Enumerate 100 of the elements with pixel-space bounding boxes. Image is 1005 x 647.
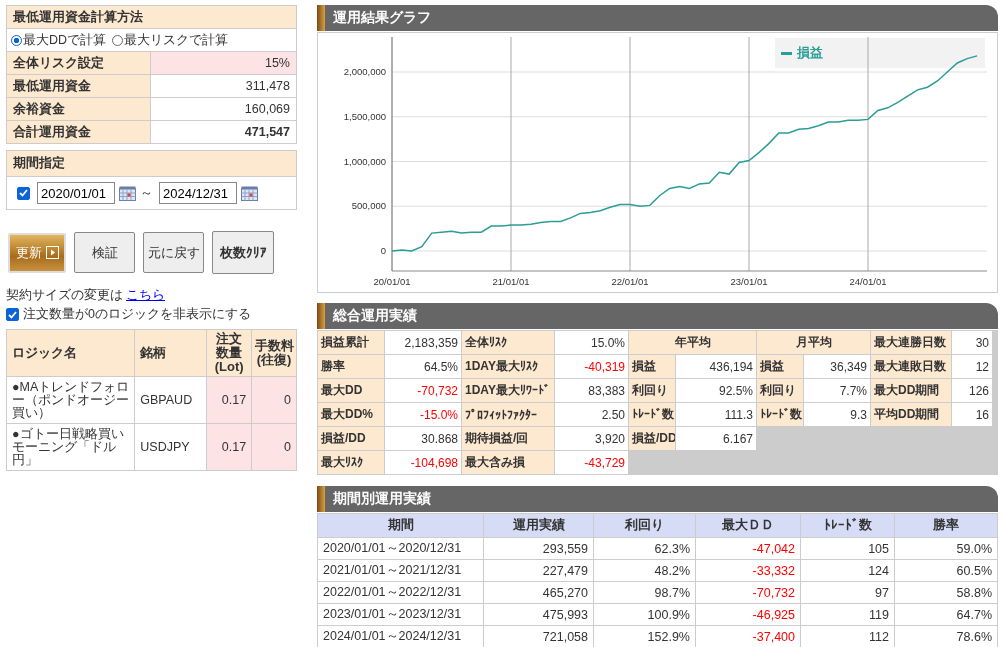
stat-value: 2.50 <box>555 403 628 426</box>
y-tick-label: 500,000 <box>351 200 386 212</box>
x-tick-label: 22/01/01 <box>611 276 649 287</box>
stat-label: 最大連敗日数 <box>871 355 951 378</box>
column-header: 利回り <box>593 513 696 538</box>
y-tick-label: 1,500,000 <box>343 110 386 122</box>
lot-cell: 0.17 <box>206 376 252 424</box>
table-cell: 60.5% <box>894 559 998 582</box>
x-tick-label: 23/01/01 <box>730 276 768 287</box>
stat-label: ﾄﾚｰﾄﾞ数 <box>757 403 803 426</box>
checkbox[interactable] <box>17 186 30 200</box>
stat-label: 最大連勝日数 <box>871 331 951 354</box>
checkbox[interactable] <box>6 308 19 321</box>
period-cell: 2022/01/01～2022/12/31 <box>317 581 484 604</box>
lot-cell: 0.17 <box>206 423 252 471</box>
stat-value: 126 <box>952 379 992 402</box>
panel-title: 期間指定 <box>7 151 296 177</box>
stat-label: 勝率 <box>318 355 384 378</box>
stat-value: 64.5% <box>385 355 461 378</box>
section-title: 運用結果グラフ <box>333 9 431 27</box>
logic-name: ●MAトレンドフォロー（ポンドオージー買い） <box>6 376 135 424</box>
column-header: 銘柄 <box>134 329 207 377</box>
table-cell: 293,559 <box>483 537 594 560</box>
table-cell: 105 <box>800 537 895 560</box>
range-separator: ～ <box>140 184 153 202</box>
stat-label: 最大含み損 <box>462 451 554 474</box>
period-cell: 2024/01/01～2024/12/31 <box>317 625 484 647</box>
table-cell: 62.3% <box>593 537 696 560</box>
stat-value: 15.0% <box>555 331 628 354</box>
calendar-icon[interactable] <box>241 185 258 201</box>
panel-title: 最低運用資金計算方法 <box>6 5 297 29</box>
x-tick-label: 20/01/01 <box>373 276 411 287</box>
column-header: 注文数量(Lot) <box>206 329 252 377</box>
table-cell: 58.8% <box>894 581 998 604</box>
stat-value: 92.5% <box>676 379 756 402</box>
stat-label: 最大DD <box>318 379 384 402</box>
stat-value: 30 <box>952 331 992 354</box>
header-accent <box>317 486 325 512</box>
stat-value: 6.167 <box>676 427 756 450</box>
stat-label: 損益 <box>757 355 803 378</box>
stat-label: 損益累計 <box>318 331 384 354</box>
value-cell: 471,547 <box>150 120 297 144</box>
logic-name: ●ゴトー日戦略買いモーニング「ドル円」 <box>6 423 135 471</box>
radio-icon[interactable] <box>11 34 22 46</box>
stat-label: ﾌﾟﾛﾌｨｯﾄﾌｧｸﾀｰ <box>462 403 554 426</box>
table-cell: 64.7% <box>894 603 998 626</box>
stat-label: 最大DD% <box>318 403 384 426</box>
fee-cell: 0 <box>251 423 297 471</box>
stat-value: 16 <box>952 403 992 426</box>
table-cell: 98.7% <box>593 581 696 604</box>
legend-label: 損益 <box>797 44 823 62</box>
stat-value: 111.3 <box>676 403 756 426</box>
risk-value-field[interactable]: 15% <box>150 51 297 75</box>
row-label: 全体リスク設定 <box>6 51 151 75</box>
section-title: 総合運用実績 <box>333 307 417 325</box>
stat-value: 7.7% <box>804 379 870 402</box>
play-icon <box>45 246 59 259</box>
row-label: 合計運用資金 <box>6 120 151 144</box>
stat-value: 2,183,359 <box>385 331 461 354</box>
stat-label: 損益/DD <box>318 427 384 450</box>
period-cell: 2021/01/01～2021/12/31 <box>317 559 484 582</box>
date-field[interactable]: 2020/01/01 <box>37 182 115 204</box>
action-button[interactable]: 元に戻す <box>143 232 204 273</box>
stat-value: -15.0% <box>385 403 461 426</box>
radio-option[interactable]: 最大リスクで計算 <box>112 31 229 49</box>
stat-value: -104,698 <box>385 451 461 474</box>
column-header: 期間 <box>317 513 484 538</box>
table-cell: 97 <box>800 581 895 604</box>
y-tick-label: 2,000,000 <box>343 66 386 77</box>
date-field[interactable]: 2024/12/31 <box>159 182 237 204</box>
stat-label: 1DAY最大ﾘｽｸ <box>462 355 554 378</box>
header-accent <box>317 5 325 31</box>
period-cell: 2020/01/01～2020/12/31 <box>317 537 484 560</box>
stat-label: 最大ﾘｽｸ <box>318 451 384 474</box>
x-tick-label: 24/01/01 <box>849 276 887 287</box>
table-cell: -70,732 <box>695 581 801 604</box>
symbol-cell: USDJPY <box>134 423 207 471</box>
action-button[interactable]: 検証 <box>74 232 135 273</box>
stat-value: 83,383 <box>555 379 628 402</box>
symbol-cell: GBPAUD <box>134 376 207 424</box>
action-button[interactable]: 枚数ｸﾘｱ <box>212 231 274 274</box>
x-tick-label: 21/01/01 <box>492 276 530 287</box>
value-cell: 311,478 <box>150 74 297 98</box>
stat-value: 436,194 <box>676 355 756 378</box>
stat-label: 損益 <box>629 355 675 378</box>
stat-value: 9.3 <box>804 403 870 426</box>
row-label: 余裕資金 <box>6 97 151 121</box>
contract-link[interactable]: こちら <box>126 287 165 304</box>
column-header: 運用実績 <box>483 513 594 538</box>
table-cell: -46,925 <box>695 603 801 626</box>
table-cell: 59.0% <box>894 537 998 560</box>
contract-note: 契約サイズの変更は <box>6 287 123 304</box>
calendar-icon[interactable] <box>119 185 136 201</box>
update-button[interactable]: 更新 <box>8 232 66 273</box>
table-cell: 48.2% <box>593 559 696 582</box>
y-tick-label: 1,000,000 <box>343 155 386 167</box>
table-cell: 124 <box>800 559 895 582</box>
stat-value: -43,729 <box>555 451 628 474</box>
radio-option[interactable]: 最大DDで計算 <box>11 31 107 49</box>
fee-cell: 0 <box>251 376 297 424</box>
